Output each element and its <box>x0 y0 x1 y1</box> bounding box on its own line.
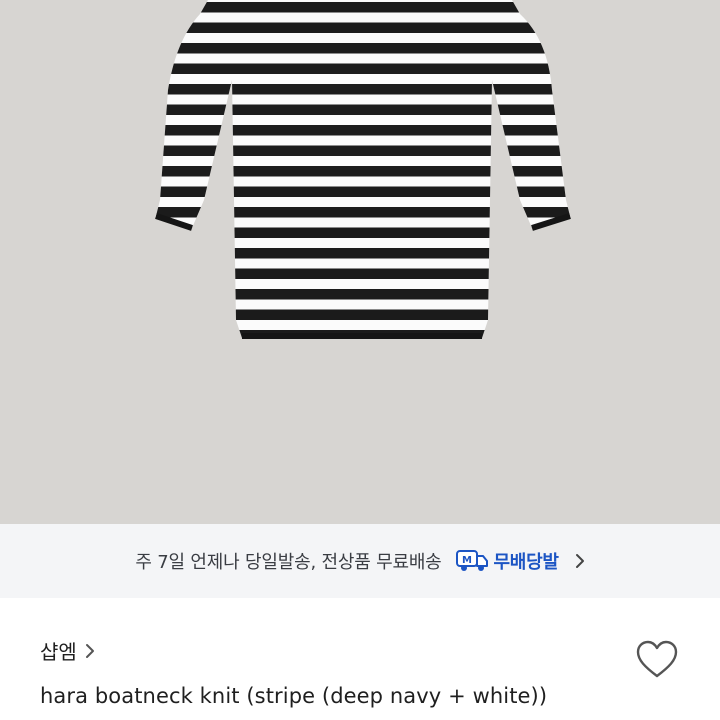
sweater-stripe <box>156 104 570 115</box>
sweater-stripe <box>156 125 570 136</box>
free-shipping-badge: M 무배당발 <box>455 548 559 574</box>
sweater-stripe <box>156 166 570 177</box>
sweater-stripe <box>156 84 570 95</box>
product-title: hara boatneck knit (stripe (deep navy + … <box>40 684 548 708</box>
sweater-stripe <box>156 248 570 259</box>
chevron-right-icon <box>85 643 94 658</box>
sweater-stripe <box>156 289 570 300</box>
striped-sweater-photo <box>0 0 720 362</box>
seller-name: 샵엠 <box>40 640 77 664</box>
sweater-stripe <box>156 207 570 218</box>
sweater-stripe <box>156 22 570 33</box>
sweater-stripe <box>156 227 570 238</box>
favorite-button[interactable] <box>632 636 682 682</box>
product-image[interactable] <box>0 0 720 524</box>
shipping-promo-text: 주 7일 언제나 당일발송, 전상품 무료배송 <box>135 552 442 573</box>
sweater-stripe <box>156 145 570 156</box>
product-detail-page: 주 7일 언제나 당일발송, 전상품 무료배송 M 무배당발 샵엠 hara b… <box>0 0 720 720</box>
heart-outline-icon <box>636 640 678 678</box>
sweater-stripe <box>156 309 570 320</box>
sweater-stripe <box>156 2 570 13</box>
sweater-stripe <box>156 43 570 54</box>
svg-text:M: M <box>462 555 472 566</box>
sweater-stripe <box>156 63 570 74</box>
free-shipping-label: 무배당발 <box>493 552 559 573</box>
sweater-stripe <box>0 351 720 362</box>
sweater-stripe <box>156 186 570 197</box>
delivery-truck-m-icon: M <box>455 550 488 571</box>
chevron-right-icon <box>575 554 584 568</box>
sweater-stripe <box>156 268 570 279</box>
shipping-info-banner[interactable]: 주 7일 언제나 당일발송, 전상품 무료배송 M 무배당발 <box>0 524 720 598</box>
seller-link[interactable]: 샵엠 <box>40 636 95 665</box>
